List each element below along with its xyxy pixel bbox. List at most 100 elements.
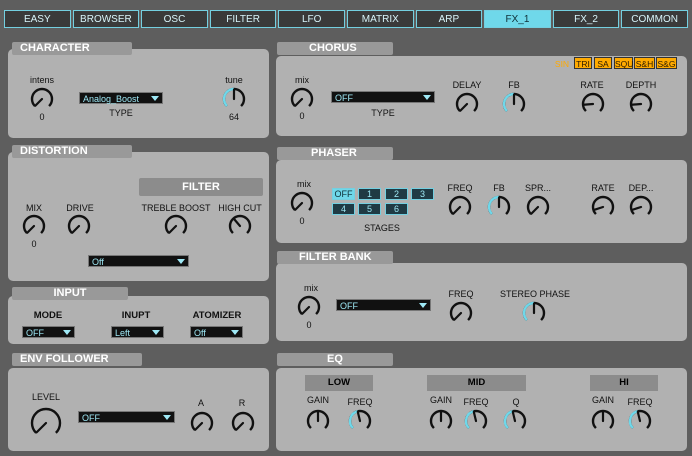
chevron-down-icon — [63, 330, 71, 335]
release-knob[interactable] — [230, 410, 256, 436]
tab-lfo[interactable]: LFO — [278, 10, 345, 28]
tune-knob[interactable] — [221, 86, 247, 112]
level-knob[interactable] — [29, 406, 63, 440]
tab-common[interactable]: COMMON — [621, 10, 688, 28]
stage-option-6[interactable]: 6 — [385, 203, 408, 215]
filter-bank-freq-knob[interactable] — [448, 300, 474, 326]
phaser-mix-label: mix — [297, 179, 311, 189]
env-select-value: OFF — [82, 413, 100, 423]
waveform-option-0[interactable]: SIN — [552, 57, 572, 69]
filter-bank-freq-label: FREQ — [448, 289, 474, 299]
waveform-option-5[interactable]: S&G — [656, 57, 677, 69]
chevron-down-icon — [163, 415, 171, 420]
high-cut-label: HIGH CUT — [218, 203, 262, 213]
chorus-mix-value: 0 — [299, 111, 305, 121]
mode-value: OFF — [26, 328, 44, 338]
tab-osc[interactable]: OSC — [141, 10, 208, 28]
attack-knob[interactable] — [189, 410, 215, 436]
attack-label: A — [197, 398, 204, 408]
drive-knob[interactable] — [66, 213, 92, 239]
stage-option-5[interactable]: 5 — [358, 203, 381, 215]
tab-browser[interactable]: BROWSER — [72, 10, 140, 28]
chorus-delay-knob[interactable] — [454, 91, 480, 117]
level-label: LEVEL — [31, 392, 61, 402]
chevron-down-icon — [231, 330, 239, 335]
filter-bank-select-value: OFF — [340, 301, 358, 311]
phaser-title: PHASER — [277, 147, 393, 160]
stage-option-1[interactable]: 1 — [358, 188, 381, 200]
stereo-phase-label: STEREO PHASE — [499, 289, 571, 299]
stage-option-4[interactable]: 4 — [332, 203, 355, 215]
tab-easy[interactable]: EASY — [4, 10, 71, 28]
chorus-rate-knob[interactable] — [580, 91, 606, 117]
atomizer-select[interactable]: Off — [190, 326, 243, 338]
chorus-depth-knob[interactable] — [628, 91, 654, 117]
inupt-select[interactable]: Left — [111, 326, 164, 338]
distortion-mix-value: 0 — [31, 239, 37, 249]
atomizer-label: ATOMIZER — [192, 310, 242, 321]
eq-low-freq-knob[interactable] — [347, 408, 373, 434]
intens-knob[interactable] — [29, 86, 55, 112]
filter-bank-select[interactable]: OFF — [336, 299, 431, 311]
tab-filter[interactable]: FILTER — [209, 10, 277, 28]
phaser-spread-label: SPR... — [524, 183, 551, 193]
chorus-type-select[interactable]: OFF — [331, 91, 435, 103]
phaser-depth-knob[interactable] — [628, 194, 654, 220]
phaser-freq-knob[interactable] — [447, 194, 473, 220]
eq-low-freq-label: FREQ — [347, 397, 373, 407]
chorus-delay-label: DELAY — [452, 80, 482, 90]
env-select[interactable]: OFF — [78, 411, 175, 423]
tab-bar: EASY BROWSER OSC FILTER LFO MATRIX ARP FX_1 FX_2… — [4, 10, 688, 28]
tab-fx-2[interactable]: FX_2 — [552, 10, 620, 28]
stage-option-2[interactable]: 2 — [385, 188, 408, 200]
stage-option-3[interactable]: 3 — [411, 188, 434, 200]
eq-low-gain-knob[interactable] — [305, 408, 331, 434]
eq-low-header: LOW — [305, 375, 373, 391]
phaser-depth-label: DEP... — [628, 183, 654, 193]
waveform-option-4[interactable]: S&H — [634, 57, 655, 69]
eq-mid-q-knob[interactable] — [502, 408, 528, 434]
eq-mid-freq-label: FREQ — [463, 397, 489, 407]
eq-hi-freq-knob[interactable] — [627, 408, 653, 434]
distortion-mix-label: MIX — [25, 203, 42, 213]
mode-select[interactable]: OFF — [22, 326, 75, 338]
distortion-mix-knob[interactable] — [21, 213, 47, 239]
tab-matrix[interactable]: MATRIX — [346, 10, 414, 28]
stereo-phase-knob[interactable] — [521, 300, 547, 326]
phaser-rate-knob[interactable] — [590, 194, 616, 220]
env-follower-title: ENV FOLLOWER — [12, 353, 142, 366]
eq-mid-freq-knob[interactable] — [463, 408, 489, 434]
distortion-title: DISTORTION — [12, 145, 132, 158]
character-type-select[interactable]: Analog_Boost — [79, 92, 163, 104]
filter-bank-mix-knob[interactable] — [296, 294, 322, 320]
waveform-option-3[interactable]: SQU — [614, 57, 633, 69]
stage-option-0[interactable]: OFF — [332, 188, 355, 200]
tab-fx-1[interactable]: FX_1 — [484, 10, 551, 28]
chevron-down-icon — [423, 95, 431, 100]
character-type-label: TYPE — [109, 108, 133, 118]
eq-mid-header: MID — [427, 375, 526, 391]
chorus-type-value: OFF — [335, 93, 353, 103]
chevron-down-icon — [152, 330, 160, 335]
treble-boost-knob[interactable] — [163, 213, 189, 239]
phaser-mix-knob[interactable] — [289, 190, 315, 216]
chevron-down-icon — [419, 303, 427, 308]
eq-hi-gain-knob[interactable] — [590, 408, 616, 434]
tab-arp[interactable]: ARP — [415, 10, 483, 28]
tune-value: 64 — [228, 112, 239, 122]
waveform-option-1[interactable]: TRI — [574, 57, 592, 69]
waveform-option-2[interactable]: SA — [594, 57, 612, 69]
high-cut-knob[interactable] — [227, 213, 253, 239]
phaser-freq-label: FREQ — [447, 183, 473, 193]
eq-mid-gain-knob[interactable] — [428, 408, 454, 434]
phaser-panel — [276, 160, 687, 243]
intens-label: intens — [29, 75, 55, 85]
chorus-mix-knob[interactable] — [289, 86, 315, 112]
eq-hi-header: HI — [590, 375, 658, 391]
character-type-value: Analog_Boost — [83, 94, 140, 104]
distortion-filter-select[interactable]: Off — [88, 255, 189, 267]
chorus-fb-knob[interactable] — [501, 91, 527, 117]
phaser-fb-knob[interactable] — [486, 194, 512, 220]
phaser-spread-knob[interactable] — [525, 194, 551, 220]
eq-title: EQ — [277, 353, 393, 366]
